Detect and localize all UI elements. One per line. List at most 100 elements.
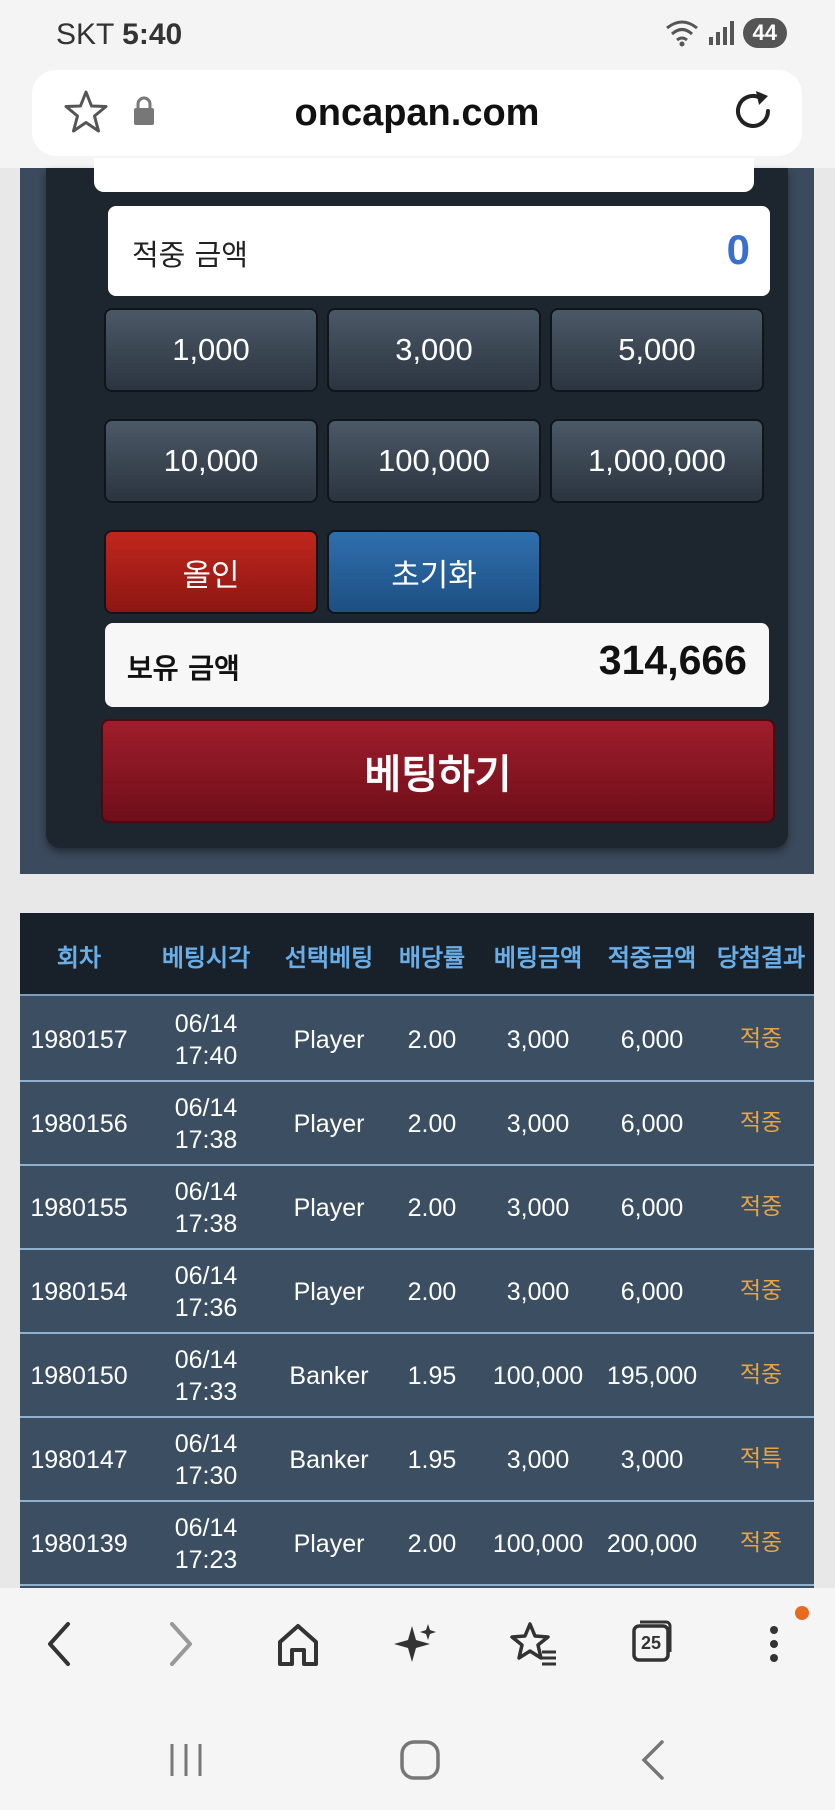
signal-icon xyxy=(708,21,734,45)
balance-value: 314,666 xyxy=(598,637,747,683)
bookmarks-icon[interactable] xyxy=(508,1616,560,1672)
cell-bet-date: 06/14 xyxy=(174,1429,238,1458)
header-odds: 배당률 xyxy=(398,944,466,972)
place-bet-button[interactable]: 베팅하기 xyxy=(101,719,775,823)
chip-1000000-button[interactable]: 1,000,000 xyxy=(550,419,764,503)
clock: 5:40 xyxy=(122,18,183,51)
browser-toolbar: oncapan.com xyxy=(0,70,835,168)
chip-5000-button[interactable]: 5,000 xyxy=(550,308,764,392)
table-row: 1980156 06/14 17:38 Player 2.00 3,000 6,000 적중 xyxy=(20,1082,814,1166)
page-content: 적중 금액 0 1,000 3,000 5,000 10,000 100,000… xyxy=(0,158,835,1731)
url-domain: oncapan.com xyxy=(294,92,540,134)
table-header: 회차 베팅시각 선택베팅 배당률 베팅금액 적중금액 당첨결과 xyxy=(20,913,814,996)
cell-round: 1980139 xyxy=(30,1529,128,1558)
header-bet-time: 베팅시각 xyxy=(161,944,251,972)
battery-indicator: 44 xyxy=(742,18,787,48)
reload-icon[interactable] xyxy=(730,88,776,134)
chip-3000-button[interactable]: 3,000 xyxy=(327,308,541,392)
cell-win-amount: 200,000 xyxy=(606,1529,698,1558)
win-amount-display: 적중 금액 0 xyxy=(108,206,770,296)
cell-bet-time: 06/14 17:40 xyxy=(138,998,274,1082)
cell-selection: Player xyxy=(293,1193,365,1222)
back-nav-icon[interactable] xyxy=(636,1738,672,1782)
cell-win-amount: 195,000 xyxy=(606,1361,698,1390)
cell-bet-amount: 3,000 xyxy=(506,1277,570,1306)
cell-bet-date: 06/14 xyxy=(174,1345,238,1374)
tabs-button[interactable]: 25 xyxy=(630,1618,674,1666)
cell-round: 1980150 xyxy=(30,1361,128,1390)
address-bar[interactable]: oncapan.com xyxy=(32,70,802,156)
balance-label: 보유 금액 xyxy=(127,652,240,685)
cell-bet-clock: 17:33 xyxy=(174,1378,238,1406)
cell-selection: Player xyxy=(293,1109,365,1138)
cell-round: 1980154 xyxy=(30,1277,128,1306)
header-bet-amount: 베팅금액 xyxy=(493,944,583,972)
bet-panel: 적중 금액 0 1,000 3,000 5,000 10,000 100,000… xyxy=(20,158,814,874)
cell-bet-date: 06/14 xyxy=(174,1177,238,1206)
cell-bet-amount: 100,000 xyxy=(492,1529,584,1558)
cell-result: 적중 xyxy=(739,1362,783,1389)
forward-icon[interactable] xyxy=(160,1616,200,1672)
cell-bet-amount: 100,000 xyxy=(492,1361,584,1390)
chip-1000-button[interactable]: 1,000 xyxy=(104,308,318,392)
header-result: 당첨결과 xyxy=(716,944,806,972)
header-round: 회차 xyxy=(56,944,102,972)
sparkle-icon[interactable] xyxy=(392,1616,440,1672)
cell-bet-time: 06/14 17:23 xyxy=(138,1502,274,1586)
browser-bottom-nav: 25 xyxy=(0,1588,835,1700)
cell-bet-amount: 3,000 xyxy=(506,1025,570,1054)
cell-bet-time: 06/14 17:38 xyxy=(138,1082,274,1166)
win-amount-label: 적중 금액 xyxy=(132,238,248,272)
home-nav-icon[interactable] xyxy=(398,1738,442,1782)
cell-round: 1980157 xyxy=(30,1025,128,1054)
cell-odds: 2.00 xyxy=(407,1109,457,1138)
table-row: 1980150 06/14 17:33 Banker 1.95 100,000 195,00… xyxy=(20,1334,814,1418)
cell-result: 적중 xyxy=(739,1110,783,1137)
all-in-button[interactable]: 올인 xyxy=(104,530,318,614)
cell-bet-amount: 3,000 xyxy=(506,1445,570,1474)
cell-win-amount: 6,000 xyxy=(620,1025,684,1054)
cell-selection: Player xyxy=(293,1025,365,1054)
cell-odds: 1.95 xyxy=(407,1445,457,1474)
cell-bet-clock: 17:36 xyxy=(174,1294,238,1322)
cell-odds: 2.00 xyxy=(407,1193,457,1222)
cell-result: 적중 xyxy=(739,1194,783,1221)
cell-result: 적중 xyxy=(739,1530,783,1557)
balance-display: 보유 금액 314,666 xyxy=(105,623,769,707)
more-menu-icon[interactable] xyxy=(762,1616,786,1672)
reset-button[interactable]: 초기화 xyxy=(327,530,541,614)
notification-dot xyxy=(795,1606,809,1620)
cell-bet-time: 06/14 17:36 xyxy=(138,1250,274,1334)
cell-odds: 2.00 xyxy=(407,1025,457,1054)
cell-bet-clock: 17:40 xyxy=(174,1042,238,1070)
cell-bet-time: 06/14 17:30 xyxy=(138,1418,274,1502)
carrier-label: SKT xyxy=(56,18,114,51)
cell-round: 1980147 xyxy=(30,1445,128,1474)
cell-result: 적중 xyxy=(739,1026,783,1053)
cell-bet-date: 06/14 xyxy=(174,1093,238,1122)
cell-selection: Banker xyxy=(289,1445,369,1474)
recent-apps-icon[interactable] xyxy=(166,1740,206,1780)
chip-100000-button[interactable]: 100,000 xyxy=(327,419,541,503)
tabs-count: 25 xyxy=(640,1633,662,1653)
status-bar: SKT 5:40 44 xyxy=(0,0,835,70)
back-icon[interactable] xyxy=(40,1616,80,1672)
header-win-amount: 적중금액 xyxy=(607,944,697,972)
cell-result: 적중 xyxy=(739,1278,783,1305)
amount-field-partial[interactable] xyxy=(94,158,754,192)
bet-form: 적중 금액 0 1,000 3,000 5,000 10,000 100,000… xyxy=(46,158,788,848)
cell-bet-clock: 17:30 xyxy=(174,1462,238,1490)
cell-result: 적특 xyxy=(739,1446,783,1473)
header-selection: 선택베팅 xyxy=(284,944,374,972)
table-row: 1980139 06/14 17:23 Player 2.00 100,000 200,00… xyxy=(20,1502,814,1586)
table-row: 1980157 06/14 17:40 Player 2.00 3,000 6,000 적중 xyxy=(20,998,814,1082)
cell-win-amount: 3,000 xyxy=(620,1445,684,1474)
table-row: 1980147 06/14 17:30 Banker 1.95 3,000 3,000 적특 xyxy=(20,1418,814,1502)
carrier-time: SKT 5:40 xyxy=(56,18,182,52)
cell-round: 1980156 xyxy=(30,1109,128,1138)
home-icon[interactable] xyxy=(274,1616,322,1672)
cell-bet-time: 06/14 17:33 xyxy=(138,1334,274,1418)
chip-10000-button[interactable]: 10,000 xyxy=(104,419,318,503)
win-amount-value: 0 xyxy=(726,226,750,273)
cell-bet-date: 06/14 xyxy=(174,1513,238,1542)
